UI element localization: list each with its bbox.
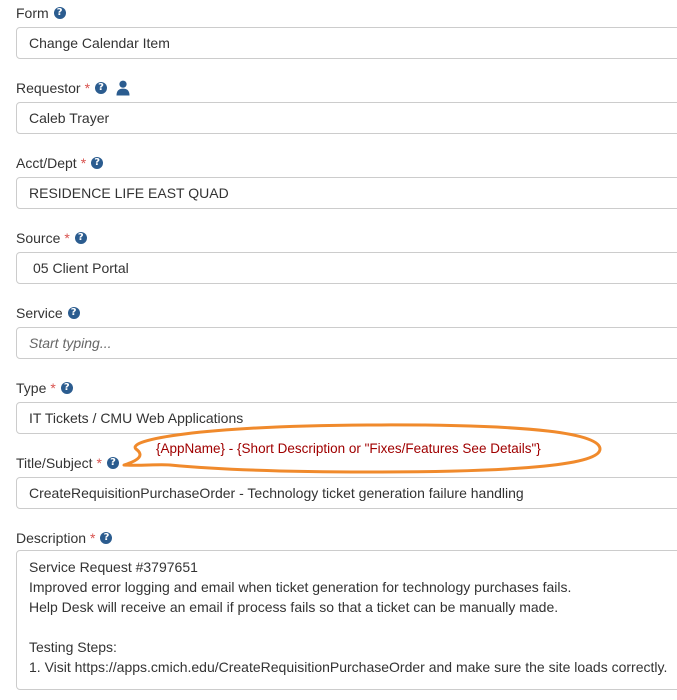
user-icon[interactable] bbox=[116, 80, 130, 96]
required-marker: * bbox=[96, 455, 102, 471]
title-subject-input[interactable]: CreateRequisitionPurchaseOrder - Technol… bbox=[16, 477, 677, 509]
service-label: Service ? bbox=[16, 303, 80, 323]
service-input[interactable]: Start typing... bbox=[16, 327, 677, 359]
required-marker: * bbox=[50, 380, 56, 396]
service-label-text: Service bbox=[16, 305, 63, 321]
requestor-field[interactable]: Caleb Trayer bbox=[16, 102, 677, 134]
form-value: Change Calendar Item bbox=[29, 35, 170, 51]
source-value: 05 Client Portal bbox=[33, 260, 129, 276]
description-label-text: Description bbox=[16, 530, 87, 546]
source-label-text: Source bbox=[16, 230, 61, 246]
requestor-label: Requestor * ? bbox=[16, 78, 130, 98]
title-subject-value: CreateRequisitionPurchaseOrder - Technol… bbox=[29, 485, 524, 501]
required-marker: * bbox=[84, 80, 91, 96]
help-icon[interactable]: ? bbox=[91, 157, 104, 169]
required-marker: * bbox=[80, 155, 87, 171]
acct-dept-field[interactable]: RESIDENCE LIFE EAST QUAD bbox=[16, 177, 677, 209]
source-label: Source * ? bbox=[16, 228, 87, 248]
description-line bbox=[29, 617, 677, 637]
requestor-label-text: Requestor bbox=[16, 80, 81, 96]
required-marker: * bbox=[64, 230, 70, 246]
source-select[interactable]: 05 Client Portal bbox=[16, 252, 677, 284]
description-textarea[interactable]: Service Request #3797651 Improved error … bbox=[16, 550, 677, 690]
description-line: 1. Visit https://apps.cmich.edu/CreateRe… bbox=[29, 659, 668, 675]
type-label-text: Type bbox=[16, 380, 47, 396]
help-icon[interactable]: ? bbox=[74, 232, 87, 244]
form-field[interactable]: Change Calendar Item bbox=[16, 27, 677, 59]
title-subject-label-text: Title/Subject bbox=[16, 455, 93, 471]
acct-dept-value: RESIDENCE LIFE EAST QUAD bbox=[29, 185, 229, 201]
acct-dept-label-text: Acct/Dept bbox=[16, 155, 77, 171]
service-placeholder: Start typing... bbox=[29, 335, 112, 351]
help-icon[interactable]: ? bbox=[67, 307, 80, 319]
required-marker: * bbox=[90, 530, 96, 546]
help-icon[interactable]: ? bbox=[100, 532, 113, 544]
acct-dept-label: Acct/Dept * ? bbox=[16, 153, 104, 173]
help-icon[interactable]: ? bbox=[53, 7, 66, 19]
form-label: Form ? bbox=[16, 3, 66, 23]
description-line: Service Request #3797651 bbox=[29, 559, 198, 575]
requestor-value: Caleb Trayer bbox=[29, 110, 110, 126]
form-label-text: Form bbox=[16, 5, 49, 21]
title-subject-label: Title/Subject * ? bbox=[16, 453, 119, 473]
description-line: Help Desk will receive an email if proce… bbox=[29, 599, 559, 615]
description-line: Testing Steps: bbox=[29, 639, 117, 655]
description-label: Description * ? bbox=[16, 528, 113, 548]
description-line: Improved error logging and email when ti… bbox=[29, 579, 572, 595]
help-icon[interactable]: ? bbox=[95, 82, 108, 94]
help-icon[interactable]: ? bbox=[60, 382, 73, 394]
annotation-text: {AppName} - {Short Description or "Fixes… bbox=[156, 441, 541, 456]
type-label: Type * ? bbox=[16, 378, 73, 398]
